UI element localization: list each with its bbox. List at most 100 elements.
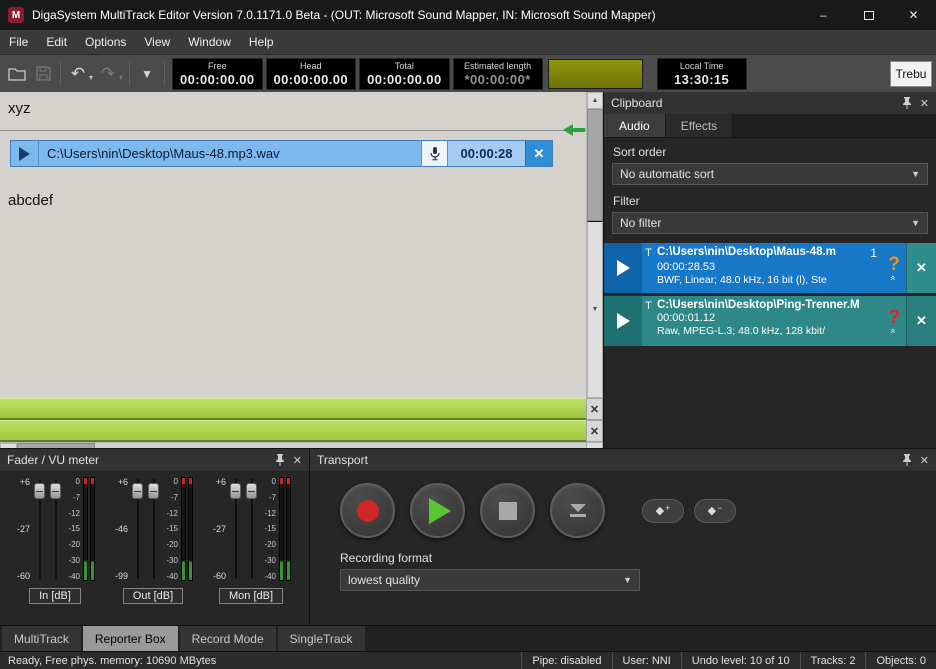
save-icon	[36, 66, 51, 81]
play-button[interactable]	[410, 483, 465, 538]
record-button[interactable]	[340, 483, 395, 538]
clip-item-remove-button[interactable]: ✕	[906, 243, 936, 293]
toolbar-dropdown-button[interactable]: ▼	[134, 61, 160, 87]
chevron-down-icon: ▼	[911, 169, 920, 179]
menu-edit[interactable]: Edit	[37, 30, 76, 54]
stop-button[interactable]	[480, 483, 535, 538]
remove-marker-button[interactable]: ◆−	[694, 499, 736, 523]
fader-current-label: -27	[12, 524, 30, 534]
fader-slider-right[interactable]	[148, 477, 159, 581]
close-button[interactable]: ✕	[891, 0, 936, 30]
status-pipe: Pipe: disabled	[521, 652, 611, 669]
menu-window[interactable]: Window	[179, 30, 240, 54]
fader-slider-right[interactable]	[50, 477, 61, 581]
sort-order-label: Sort order	[613, 145, 927, 159]
plus-icon: +	[665, 503, 670, 513]
timer-free: Free 00:00:00.00	[172, 58, 263, 90]
recording-format-dropdown[interactable]: lowest quality ▼	[340, 569, 640, 591]
fader-min-label: -60	[12, 571, 30, 581]
menu-help[interactable]: Help	[240, 30, 283, 54]
fader-slider-left[interactable]	[230, 477, 241, 581]
timer-estimated-value: *00:00:00*	[465, 72, 531, 87]
fader-knob[interactable]	[50, 483, 61, 499]
local-time-display: Local Time 13:30:15	[657, 58, 747, 90]
fader-slider-left[interactable]	[34, 477, 45, 581]
scroll-up-icon[interactable]: ▲	[587, 92, 603, 109]
reporter-editor[interactable]: xyz C:\Users\nin\Desktop\Maus-48.mp3.wav…	[0, 92, 586, 398]
skip-to-end-icon	[567, 502, 589, 520]
redo-button[interactable]: ↷	[95, 61, 121, 87]
status-message: Ready, Free phys. memory: 10690 MBytes	[0, 655, 521, 667]
fader-group-caption: Mon [dB]	[219, 588, 283, 604]
workspace-tabs: MultiTrack Reporter Box Record Mode Sing…	[0, 625, 936, 651]
pin-icon[interactable]	[902, 454, 912, 466]
menu-options[interactable]: Options	[76, 30, 135, 54]
level-lane-1[interactable]	[0, 398, 586, 420]
vu-bar-right	[90, 477, 95, 581]
fader-knob[interactable]	[246, 483, 257, 499]
timer-total: Total 00:00:00.00	[359, 58, 450, 90]
add-marker-button[interactable]: ◆+	[642, 499, 684, 523]
tab-multitrack[interactable]: MultiTrack	[2, 626, 81, 651]
fader-slider-left[interactable]	[132, 477, 143, 581]
filter-dropdown[interactable]: No filter ▼	[612, 212, 928, 234]
tab-audio[interactable]: Audio	[604, 114, 666, 137]
tab-record-mode[interactable]: Record Mode	[180, 626, 276, 651]
undo-dropdown-caret[interactable]: ▾	[89, 73, 93, 82]
menu-view[interactable]: View	[135, 30, 179, 54]
transport-close-button[interactable]: ✕	[920, 454, 929, 467]
window-title: DigaSystem MultiTrack Editor Version 7.0…	[32, 8, 801, 22]
pin-icon[interactable]	[902, 97, 912, 109]
fader-close-button[interactable]: ✕	[293, 454, 302, 467]
tab-reporter-box[interactable]: Reporter Box	[83, 626, 178, 651]
microphone-icon	[430, 147, 440, 161]
fader-min-label: -60	[208, 571, 226, 581]
maximize-button[interactable]	[846, 0, 891, 30]
open-file-button[interactable]	[4, 61, 30, 87]
object-file-path: C:\Users\nin\Desktop\Maus-48.mp3.wav	[39, 141, 421, 166]
lane-1-close-button[interactable]: ✕	[586, 398, 603, 420]
scale-tick: 0	[161, 477, 178, 486]
audio-object-row[interactable]: C:\Users\nin\Desktop\Maus-48.mp3.wav 00:…	[10, 140, 553, 167]
vertical-scroll-thumb[interactable]	[587, 109, 603, 221]
fader-panel: Fader / VU meter ✕ +6 -27 -60	[0, 449, 310, 625]
fader-knob[interactable]	[132, 483, 143, 499]
editor-vertical-scrollbar[interactable]: ▲ ▼	[586, 92, 603, 398]
transport-panel: Transport ✕ ◆+	[310, 449, 936, 625]
chevron-down-icon: ▼	[911, 218, 920, 228]
clipboard-header: Clipboard ✕	[604, 92, 936, 114]
fader-knob[interactable]	[230, 483, 241, 499]
clipboard-tabs: Audio Effects	[604, 114, 936, 138]
lane-2-close-button[interactable]: ✕	[586, 420, 603, 442]
fader-slider-right[interactable]	[246, 477, 257, 581]
clipboard-item[interactable]: T C:\Users\nin\Desktop\Maus-48.m 1 00:00…	[604, 243, 936, 293]
sort-order-dropdown[interactable]: No automatic sort ▼	[612, 163, 928, 185]
fader-knob[interactable]	[148, 483, 159, 499]
fader-knob[interactable]	[34, 483, 45, 499]
filter-label: Filter	[613, 194, 927, 208]
clip-play-button[interactable]	[604, 296, 642, 346]
pin-icon[interactable]	[275, 454, 285, 466]
menu-file[interactable]: File	[0, 30, 37, 54]
object-remove-button[interactable]: ✕	[525, 141, 552, 166]
scale-tick: -30	[259, 556, 276, 565]
bottom-panels: Fader / VU meter ✕ +6 -27 -60	[0, 448, 936, 625]
maximize-icon	[864, 11, 874, 20]
redo-dropdown-caret[interactable]: ▾	[119, 73, 123, 82]
tab-singletrack[interactable]: SingleTrack	[278, 626, 365, 651]
tab-effects[interactable]: Effects	[666, 114, 733, 137]
clipboard-close-button[interactable]: ✕	[920, 97, 929, 110]
save-button[interactable]	[30, 61, 56, 87]
minimize-button[interactable]: –	[801, 0, 846, 30]
undo-button[interactable]: ↶	[65, 61, 91, 87]
skip-to-end-button[interactable]	[550, 483, 605, 538]
object-play-button[interactable]	[11, 141, 39, 166]
object-record-button[interactable]	[421, 141, 447, 166]
clipboard-item[interactable]: T C:\Users\nin\Desktop\Ping-Trenner.M 00…	[604, 296, 936, 346]
clip-play-button[interactable]	[604, 243, 642, 293]
clip-item-remove-button[interactable]: ✕	[906, 296, 936, 346]
scroll-down-icon[interactable]: ▼	[587, 221, 603, 398]
font-button[interactable]: Trebu	[890, 61, 932, 87]
level-lane-2[interactable]	[0, 420, 586, 442]
vu-bar-right	[188, 477, 193, 581]
